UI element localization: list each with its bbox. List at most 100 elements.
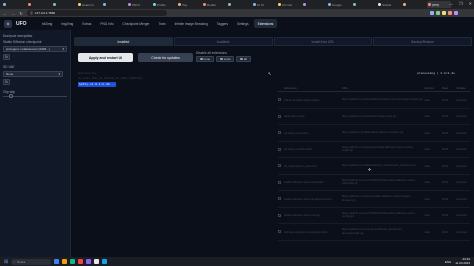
browser-tab[interactable]: GitHub bbox=[377, 1, 401, 8]
tab-favicon-icon bbox=[178, 3, 181, 6]
nav-tab[interactable]: Checkpoint Merger bbox=[119, 19, 154, 28]
clip-skip-thumb[interactable] bbox=[9, 94, 14, 98]
browser-tab[interactable] bbox=[352, 1, 376, 8]
checkpoint-select[interactable]: protogenx v.safetensors [2d39...] ▾ bbox=[3, 46, 67, 52]
extension-icon[interactable] bbox=[430, 11, 434, 15]
tab-favicon-icon bbox=[53, 3, 56, 6]
taskbar-search-placeholder: Поиск bbox=[16, 259, 26, 264]
browser-tab[interactable]: PROJ bbox=[127, 1, 151, 8]
browser-tab[interactable] bbox=[102, 1, 126, 8]
taskbar-app-icon[interactable] bbox=[62, 259, 68, 264]
browser-tab[interactable]: (875) bbox=[427, 1, 451, 8]
browser-tab[interactable] bbox=[227, 1, 251, 8]
extension-icon[interactable] bbox=[442, 11, 446, 15]
check-updates-button[interactable]: Check for updates bbox=[138, 53, 193, 62]
url-field[interactable]: ⓘ 127.0.0.1:7860 bbox=[27, 10, 167, 16]
browser-tab[interactable] bbox=[302, 1, 326, 8]
taskbar-app-icon[interactable] bbox=[102, 259, 108, 264]
enable-checkbox[interactable] bbox=[278, 147, 281, 151]
taskbar-app-icon[interactable] bbox=[94, 259, 100, 264]
start-icon[interactable]: ⊞ bbox=[4, 259, 8, 265]
nav-tab[interactable]: PNG Info bbox=[96, 19, 117, 28]
tab-favicon-icon bbox=[28, 3, 31, 6]
nav-tab[interactable]: Taggers bbox=[213, 19, 232, 28]
language-indicator[interactable]: ENG bbox=[445, 260, 452, 264]
browser-tab[interactable]: Reddit bbox=[202, 1, 226, 8]
sub-tab[interactable]: Available bbox=[173, 37, 273, 46]
extension-icon[interactable] bbox=[436, 11, 440, 15]
info-icon: ⓘ bbox=[30, 11, 34, 15]
enable-checkbox[interactable] bbox=[278, 230, 281, 234]
browser-tab[interactable] bbox=[27, 1, 51, 8]
extension-update: unknown bbox=[456, 114, 468, 119]
table-row: sd-webui-model-toolkit https://github.com… bbox=[278, 142, 470, 158]
nav-tab[interactable]: Settings bbox=[233, 19, 253, 28]
refresh-icon: ↻ bbox=[5, 80, 8, 84]
taskbar-app-icon[interactable] bbox=[70, 259, 76, 264]
enable-checkbox[interactable] bbox=[278, 114, 281, 118]
extension-url: https://github.com/Mikubill/sd-webui-con… bbox=[342, 131, 404, 134]
refresh-icon: ↻ bbox=[5, 55, 8, 59]
taskbar-app-icon[interactable] bbox=[54, 259, 60, 264]
browser-tab[interactable] bbox=[52, 1, 76, 8]
enable-checkbox[interactable] bbox=[278, 197, 281, 201]
minimize-icon[interactable]: — bbox=[449, 1, 453, 6]
extension-version: main bbox=[424, 130, 431, 135]
close-icon[interactable]: ✕ bbox=[469, 1, 472, 6]
sub-tab[interactable]: Install from URL bbox=[273, 37, 373, 46]
nav-tab[interactable]: txt2img bbox=[38, 19, 56, 28]
browser-tab[interactable]: Гид bbox=[177, 1, 201, 8]
refresh-vae-button[interactable]: ↻ bbox=[3, 79, 10, 85]
system-tray: ENG 23:49 11.03.2023 bbox=[445, 257, 470, 265]
vae-select[interactable]: None ▾ bbox=[3, 71, 63, 77]
back-icon[interactable]: ← bbox=[3, 11, 7, 16]
taskbar-app-icon[interactable] bbox=[86, 259, 92, 264]
browser-tab[interactable]: Google bbox=[327, 1, 351, 8]
browser-tab[interactable]: Profile bbox=[152, 1, 176, 8]
browser-tab-label: GitHub bbox=[382, 2, 392, 7]
reload-icon[interactable]: ↻ bbox=[19, 11, 23, 16]
forward-icon[interactable]: → bbox=[11, 11, 15, 16]
browser-tab[interactable]: UI UI bbox=[252, 1, 276, 8]
taskbar-app-icon[interactable] bbox=[78, 259, 84, 264]
taskbar-search[interactable]: ⌕ Поиск bbox=[11, 258, 52, 265]
window-controls: — ❐ ✕ bbox=[449, 1, 472, 6]
enable-checkbox[interactable] bbox=[278, 131, 281, 135]
extension-url: https://github.com/arenasys/stable-diffu… bbox=[342, 145, 414, 153]
browser-tab[interactable] bbox=[402, 1, 426, 8]
refresh-checkpoints-button[interactable]: ↻ bbox=[3, 54, 10, 60]
extension-name: sd-webui-controlnet bbox=[284, 130, 309, 135]
browser-tab[interactable] bbox=[2, 1, 26, 8]
extensions-page: Installed Available Install from URL Backup… bbox=[72, 30, 474, 266]
enable-checkbox[interactable] bbox=[278, 180, 281, 184]
tab-favicon-icon bbox=[103, 3, 106, 6]
nav-tab[interactable]: Infinite Image Browsing bbox=[171, 19, 212, 28]
sub-tab[interactable]: Installed bbox=[74, 37, 173, 46]
extension-icon[interactable] bbox=[448, 11, 452, 15]
enable-checkbox[interactable] bbox=[278, 213, 281, 217]
tab-favicon-icon bbox=[403, 3, 406, 6]
tab-favicon-icon bbox=[128, 3, 131, 6]
nav-tab[interactable]: Train bbox=[154, 19, 169, 28]
apply-restart-button[interactable]: Apply and restart UI bbox=[78, 53, 133, 62]
checkpoint-value: protogenx v.safetensors [2d39...] bbox=[6, 47, 50, 51]
enable-checkbox[interactable] bbox=[278, 164, 281, 168]
radio-option[interactable]: none bbox=[196, 56, 215, 62]
enable-checkbox[interactable] bbox=[278, 98, 281, 102]
clip-skip-slider[interactable] bbox=[3, 94, 67, 98]
maximize-icon[interactable]: ❐ bbox=[459, 1, 463, 6]
disable-extensions-label: Disable all extensions bbox=[196, 51, 227, 55]
sub-tab[interactable]: Backup/Restore bbox=[373, 37, 472, 46]
clock[interactable]: 23:49 11.03.2023 bbox=[455, 257, 470, 265]
radio-option[interactable]: all bbox=[236, 56, 251, 62]
browser-tab[interactable]: Новости bbox=[77, 1, 101, 8]
browser-tab[interactable]: UO Cat bbox=[277, 1, 301, 8]
radio-option[interactable]: extra bbox=[216, 56, 235, 62]
extension-version: main bbox=[424, 213, 431, 218]
nav-tab[interactable]: Extensions bbox=[253, 19, 278, 28]
extension-icon[interactable] bbox=[454, 11, 458, 15]
selected-text-highlight: batty-v1.6.1-b-4b... bbox=[78, 82, 117, 87]
tab-favicon-icon bbox=[203, 3, 206, 6]
nav-tab[interactable]: img2img bbox=[57, 19, 77, 28]
nav-tab[interactable]: Extras bbox=[78, 19, 95, 28]
